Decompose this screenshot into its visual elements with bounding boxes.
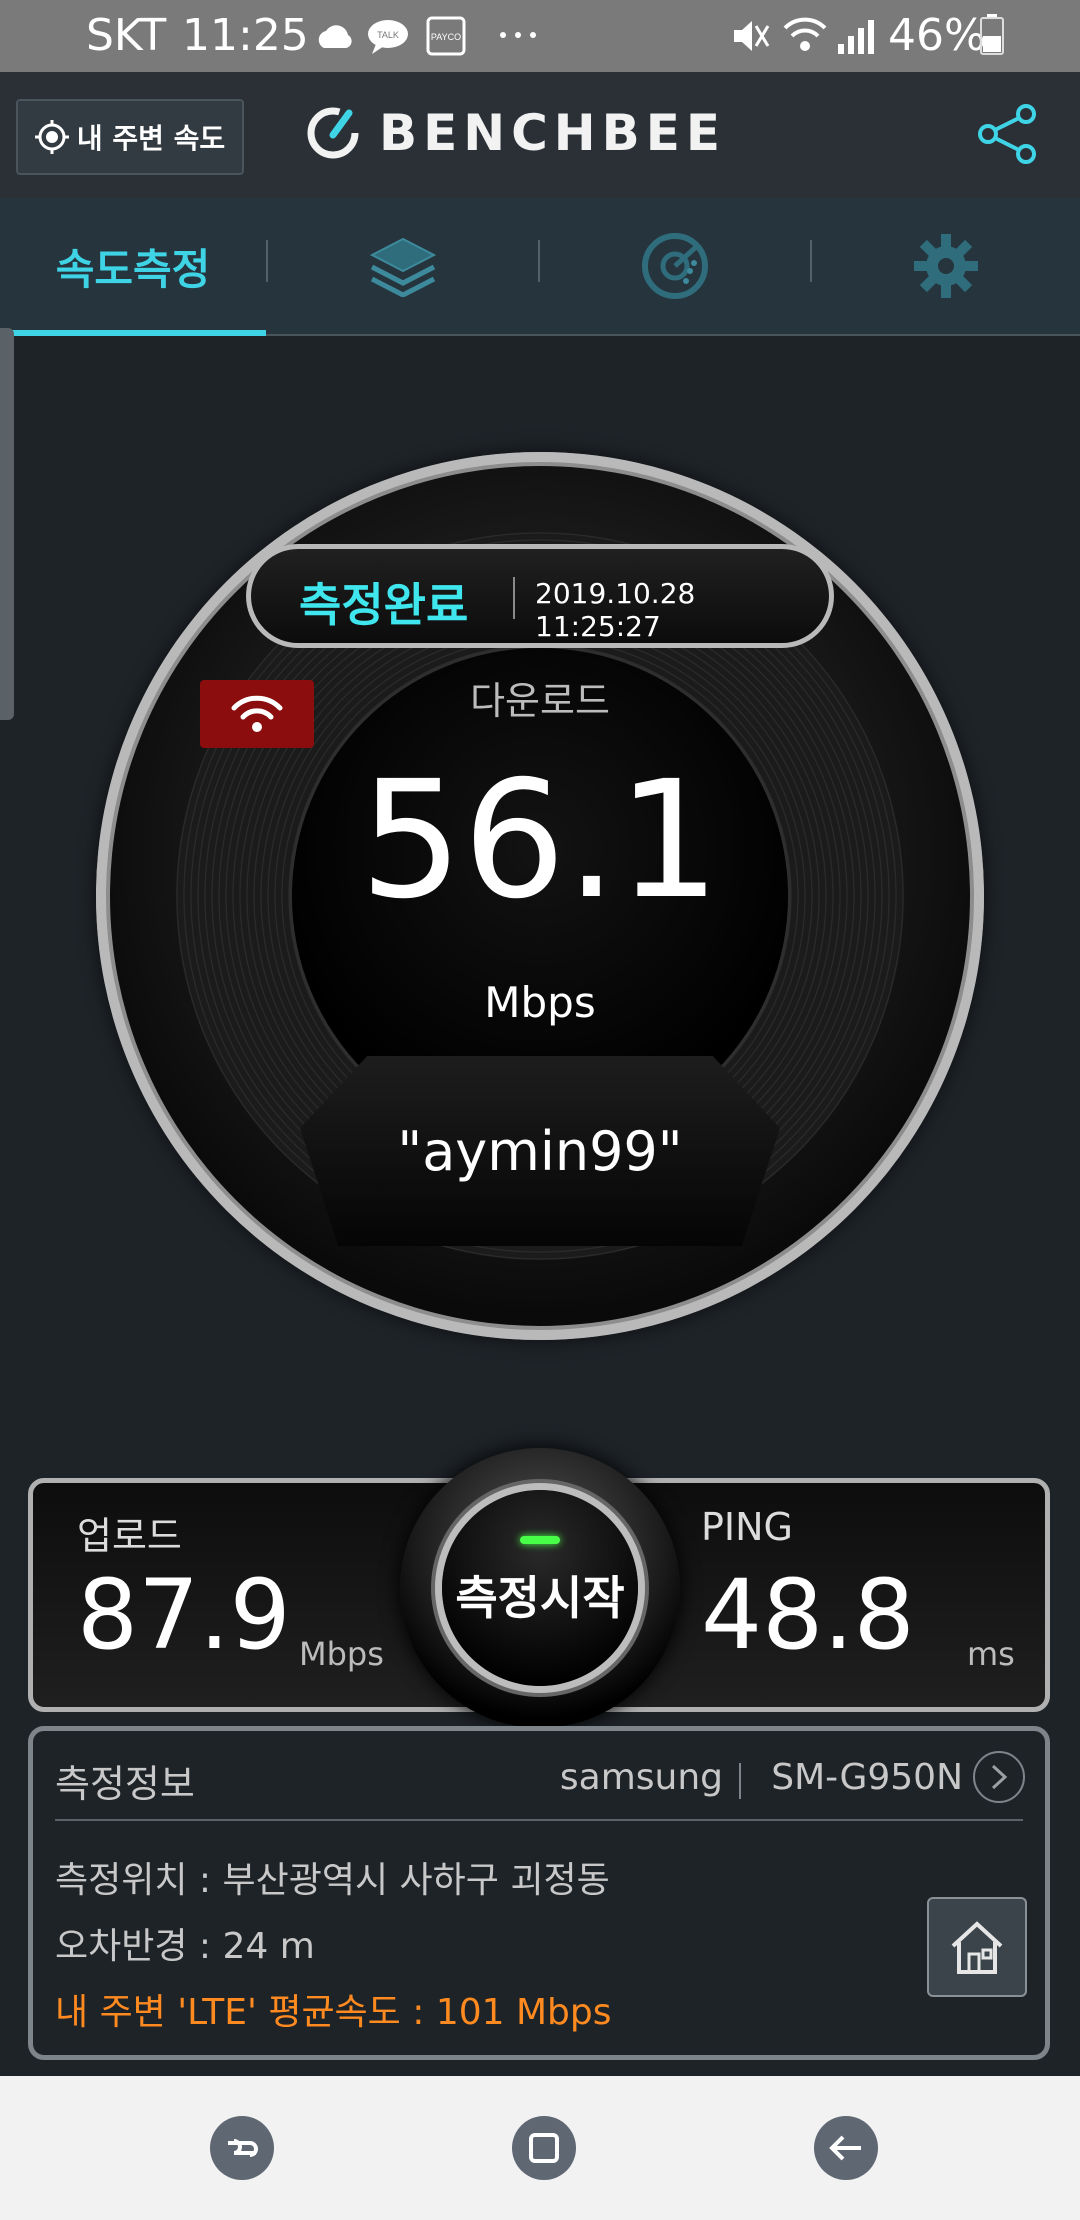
- signal-icon: [838, 20, 874, 54]
- scroll-indicator[interactable]: [0, 328, 14, 720]
- error-radius: 오차반경 : 24 m: [55, 1926, 315, 1967]
- measurement-status-pill: 측정완료 2019.10.28 11:25:27: [246, 544, 834, 648]
- device-model: SM-G950N: [771, 1757, 963, 1798]
- measurement-location: 측정위치 : 부산광역시 사하구 괴정동: [55, 1860, 610, 1901]
- talk-icon: TALK: [368, 20, 408, 54]
- back-arrow-icon: [829, 2135, 861, 2161]
- recent-apps-button[interactable]: [210, 2116, 274, 2180]
- download-label: 다운로드: [470, 679, 610, 723]
- back-button[interactable]: [814, 2116, 878, 2180]
- cloud-icon: [318, 25, 352, 48]
- network-ssid: "aymin99": [397, 1120, 683, 1183]
- tab-statistics[interactable]: [540, 198, 810, 334]
- battery-percent: 46%: [888, 10, 986, 61]
- recents-icon: [228, 2139, 258, 2157]
- svg-text:PAYCO: PAYCO: [431, 32, 461, 42]
- start-test-label[interactable]: 측정시작: [400, 1562, 680, 1628]
- disc-chart-icon: [642, 233, 708, 299]
- gear-icon: [914, 234, 978, 298]
- device-brand: samsung: [559, 1757, 723, 1798]
- clock: 11:25: [182, 10, 309, 61]
- download-unit: Mbps: [484, 978, 596, 1027]
- payco-icon: PAYCO: [426, 16, 466, 56]
- upload-label: 업로드: [77, 1514, 182, 1558]
- info-divider-vertical: [739, 1763, 741, 1799]
- upload-value: 87.9: [77, 1559, 291, 1671]
- measurement-datetime: 2019.10.28 11:25:27: [535, 577, 696, 643]
- nearby-speed-label: 내 주변 속도: [76, 122, 226, 155]
- tab-bar: 속도측정: [0, 198, 1080, 336]
- app-logo: BENCHBEE: [305, 104, 726, 162]
- start-indicator-led: [520, 1536, 560, 1544]
- tab-speed-test-label: 속도측정: [55, 244, 211, 294]
- benchbee-logo-icon: [307, 107, 359, 159]
- home-square-icon: [529, 2133, 559, 2163]
- carrier-label: SKT: [86, 10, 167, 61]
- wifi-status-icon: [783, 17, 827, 51]
- ping-unit: ms: [967, 1635, 1015, 1673]
- info-divider: [55, 1819, 1023, 1821]
- app-name: BENCHBEE: [379, 104, 727, 162]
- status-bar: SKT 11:25 TALK PAYCO 46%: [0, 0, 1080, 72]
- app-bar: 내 주변 속도 BENCHBEE: [0, 72, 1080, 200]
- share-icon[interactable]: [976, 102, 1040, 166]
- house-icon: [951, 1921, 1003, 1974]
- status-label: 측정완료: [299, 578, 469, 632]
- location-target-icon: [34, 120, 69, 154]
- layers-icon: [369, 237, 437, 297]
- more-notifications-icon: [500, 32, 536, 38]
- home-button[interactable]: [512, 2116, 576, 2180]
- home-location-button[interactable]: [927, 1897, 1027, 1997]
- tab-settings[interactable]: [812, 198, 1080, 334]
- tab-speed-test[interactable]: 속도측정: [0, 198, 266, 336]
- measurement-info-panel: 측정정보 samsung SM-G950N 측정위치 : 부산광역시 사하구 괴…: [28, 1726, 1050, 2060]
- device-detail-button[interactable]: [973, 1751, 1025, 1803]
- tab-history[interactable]: [268, 198, 538, 334]
- svg-text:TALK: TALK: [377, 30, 399, 40]
- status-divider: [513, 577, 515, 619]
- nearby-average-speed: 내 주변 'LTE' 평균속도 : 101 Mbps: [55, 1992, 612, 2033]
- info-title: 측정정보: [55, 1762, 195, 1806]
- download-value: 56.1: [359, 747, 721, 935]
- battery-icon: [980, 14, 1004, 55]
- upload-unit: Mbps: [299, 1635, 384, 1673]
- system-nav-bar: [0, 2076, 1080, 2220]
- mute-icon: [734, 21, 770, 51]
- chevron-right-icon: [991, 1764, 1008, 1790]
- nearby-speed-button[interactable]: 내 주변 속도: [16, 99, 244, 175]
- ping-label: PING: [701, 1505, 793, 1549]
- ping-value: 48.8: [701, 1559, 915, 1671]
